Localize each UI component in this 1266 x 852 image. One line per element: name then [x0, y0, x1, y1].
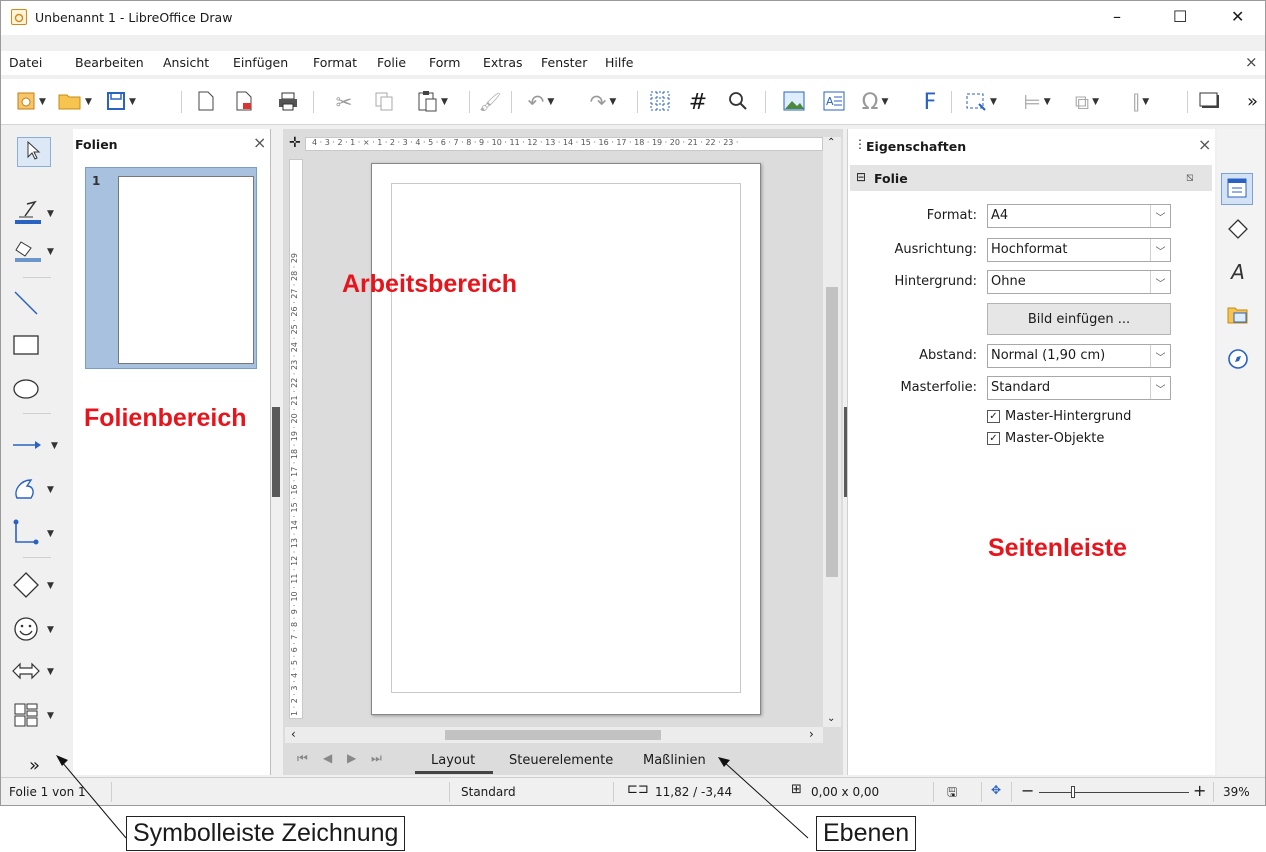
annotation-layers-callout: Ebenen: [816, 816, 917, 851]
annotation-arrows: [56, 755, 809, 839]
annotation-drawbar-callout: Symbolleiste Zeichnung: [126, 816, 406, 851]
annotation-drawbar-text: Symbolleiste Zeichnung: [133, 819, 399, 847]
annotation-layers-text: Ebenen: [823, 819, 910, 847]
